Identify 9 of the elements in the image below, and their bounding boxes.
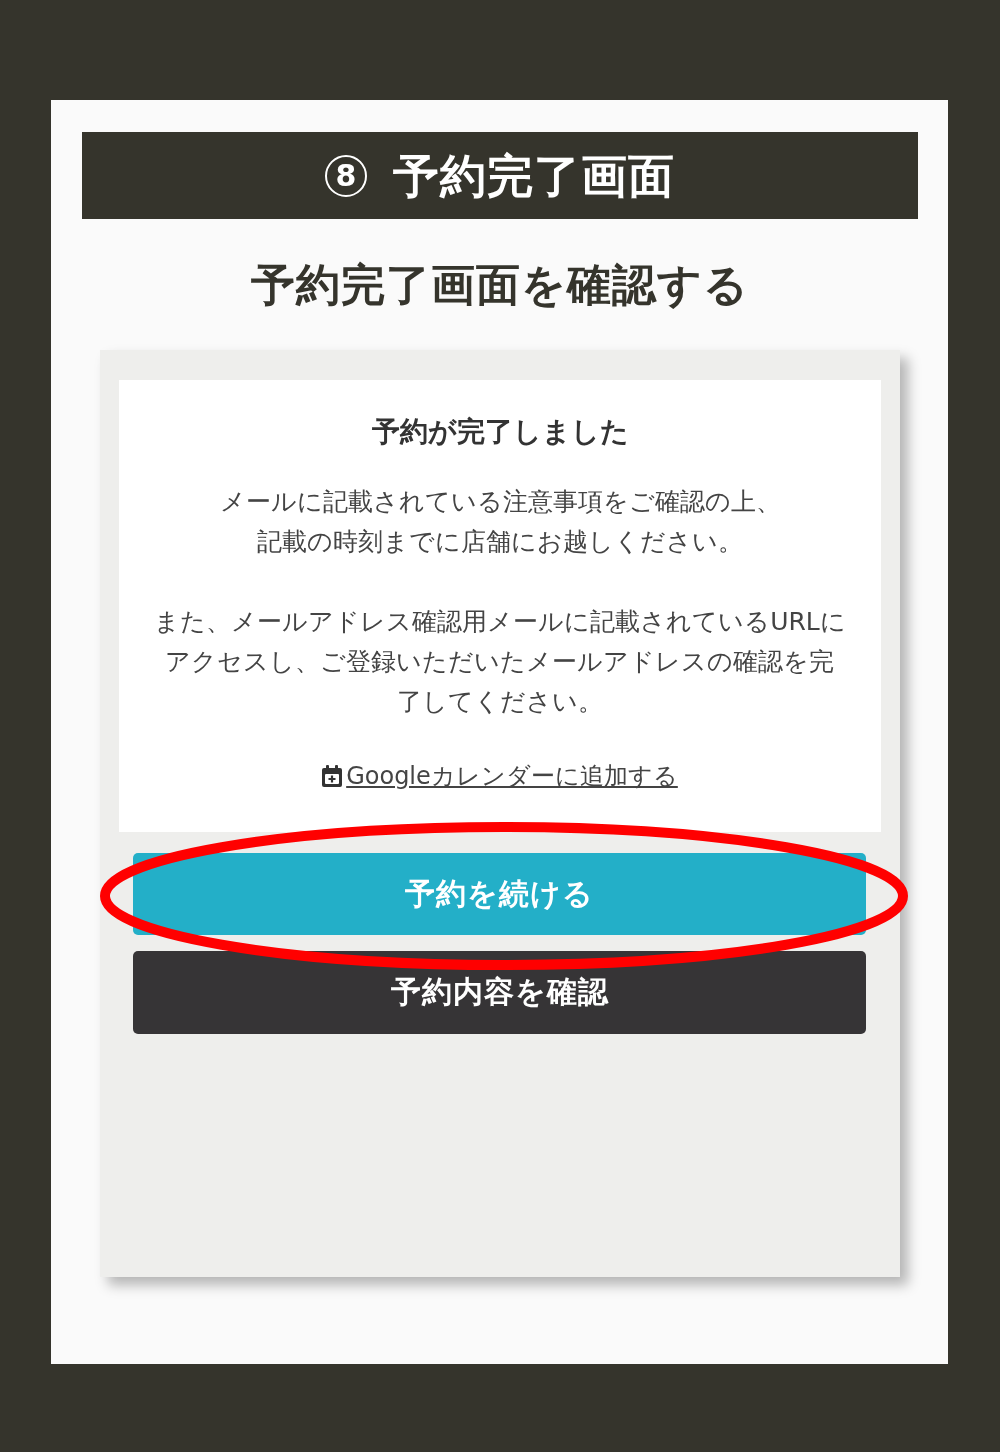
view-booking-button[interactable]: 予約内容を確認 [133, 951, 866, 1034]
calendar-plus-icon [322, 765, 343, 787]
message-paragraph: また、メールアドレス確認用メールに記載されているURLに アクセスし、ご登録いただいたメールアドレスの確認を完 了してください。 [154, 606, 846, 718]
add-to-calendar-link[interactable]: Googleカレンダーに追加する [346, 760, 678, 792]
message-paragraph: メールに記載されている注意事項をご確認の上、 記載の時刻までに店舗にお越しください。 [219, 486, 781, 558]
subtitle: 予約完了画面を確認する [249, 258, 750, 312]
message-title: 予約が完了しました [371, 414, 629, 450]
header-title: 予約完了画面 [393, 147, 675, 205]
step-number: 8 [325, 154, 367, 197]
